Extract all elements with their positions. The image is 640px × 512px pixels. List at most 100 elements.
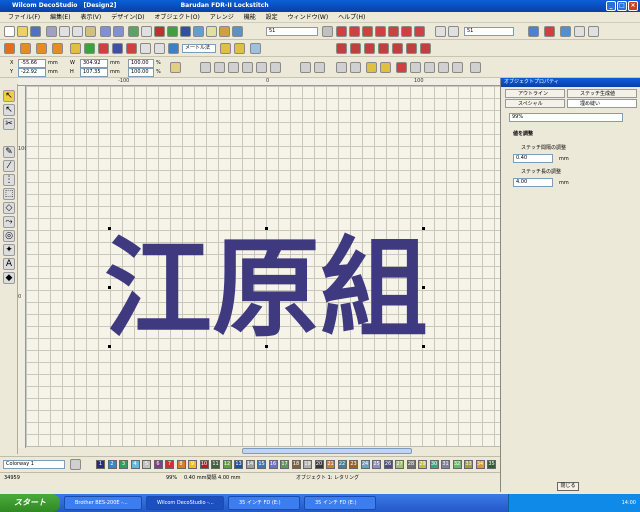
paste-icon[interactable] — [85, 26, 96, 37]
monogram-tool-icon[interactable]: ◆ — [3, 272, 15, 284]
shape-icon[interactable] — [70, 43, 81, 54]
color-swatch[interactable]: 2 — [107, 460, 117, 469]
pattern5-icon[interactable] — [392, 43, 403, 54]
task-fd1[interactable]: 35 インチ FD (E:) — [228, 496, 300, 510]
layer-icon[interactable] — [588, 26, 599, 37]
measure-icon[interactable] — [206, 26, 217, 37]
menu-window[interactable]: ウィンドウ(W) — [288, 14, 329, 21]
cut-icon[interactable] — [59, 26, 70, 37]
satin-leaf-icon[interactable] — [4, 43, 15, 54]
menu-function[interactable]: 機能 — [244, 14, 256, 21]
tab-outline[interactable]: アウトライン — [505, 89, 565, 98]
unlock-obj-icon[interactable] — [380, 62, 391, 73]
menu-view[interactable]: 表示(V) — [80, 14, 101, 21]
color-swatch[interactable]: 16 — [268, 460, 278, 469]
arrange-icon[interactable] — [452, 62, 463, 73]
applique-icon[interactable] — [414, 26, 425, 37]
selection-handle[interactable] — [265, 345, 268, 348]
ungroup-icon[interactable] — [314, 62, 325, 73]
design-canvas[interactable]: 江原組 — [26, 86, 500, 446]
lock-icon[interactable] — [219, 26, 230, 37]
zoom-box-icon[interactable] — [448, 26, 459, 37]
x-field[interactable]: -55.66 — [18, 59, 46, 68]
undo-icon[interactable] — [100, 26, 111, 37]
color-swatch[interactable]: 13 — [234, 460, 243, 469]
color-swatch[interactable]: 11 — [211, 460, 220, 469]
start-button[interactable]: スタート — [0, 494, 60, 512]
new-icon[interactable] — [4, 26, 15, 37]
scale-field[interactable]: 51 — [464, 27, 514, 36]
color-swatch[interactable]: 29 — [418, 460, 427, 469]
task-brother[interactable]: Brother BES-200E -... — [64, 496, 142, 510]
menu-object[interactable]: オブジェクト(O) — [154, 14, 199, 21]
color-swatch[interactable]: 28 — [406, 460, 416, 469]
length-input[interactable]: 4.00 — [513, 178, 553, 187]
color-swatch[interactable]: 27 — [395, 460, 404, 469]
selection-handle[interactable] — [108, 227, 111, 230]
leaf2-icon[interactable] — [36, 43, 47, 54]
path-icon[interactable]: ⤳ — [3, 216, 15, 228]
align-top-icon[interactable] — [242, 62, 253, 73]
horizontal-scrollbar[interactable] — [26, 446, 500, 454]
maximize-button[interactable]: □ — [617, 1, 627, 11]
zigzag-icon[interactable] — [336, 26, 347, 37]
options-icon[interactable] — [322, 26, 333, 37]
color-swatch[interactable]: 12 — [222, 460, 232, 469]
leaf-icon[interactable] — [20, 43, 31, 54]
color-swatch[interactable]: 17 — [280, 460, 289, 469]
frame-icon[interactable] — [140, 43, 151, 54]
thread-icon[interactable] — [180, 26, 191, 37]
width-field[interactable]: 304.92 — [80, 59, 108, 68]
y-field[interactable]: -22.92 — [18, 68, 46, 77]
lock-ratio-icon[interactable] — [170, 62, 181, 73]
tool-icon[interactable] — [574, 26, 585, 37]
tatami-icon[interactable] — [362, 26, 373, 37]
hide-icon[interactable] — [396, 62, 407, 73]
heart-icon[interactable] — [98, 43, 109, 54]
grid-icon[interactable] — [141, 26, 152, 37]
color-swatch[interactable]: 25 — [372, 460, 381, 469]
close-button[interactable]: × — [628, 1, 638, 11]
tshirt-icon[interactable] — [126, 43, 137, 54]
dress-icon[interactable] — [112, 43, 123, 54]
reshape-icon[interactable] — [350, 62, 361, 73]
play-icon[interactable] — [167, 26, 178, 37]
color-swatch[interactable]: 4 — [130, 460, 140, 469]
height-field[interactable]: 107.35 — [80, 68, 108, 77]
record-icon[interactable] — [544, 26, 555, 37]
color-swatch[interactable]: 22 — [337, 460, 347, 469]
align-bottom-icon[interactable] — [270, 62, 281, 73]
scale-y-field[interactable]: 100.00 — [128, 68, 154, 77]
color-swatch[interactable]: 31 — [441, 460, 450, 469]
color-swatch[interactable]: 5 — [142, 460, 151, 469]
save-icon[interactable] — [30, 26, 41, 37]
mirror-h-icon[interactable] — [424, 62, 435, 73]
pattern2-icon[interactable] — [350, 43, 361, 54]
select-arrow-icon[interactable]: ↖ — [3, 90, 15, 102]
brush-icon[interactable]: ⁄ — [3, 160, 15, 172]
task-fd2[interactable]: 35 インチ FD (E:) — [304, 496, 376, 510]
lock-obj-icon[interactable] — [366, 62, 377, 73]
text-a-icon[interactable]: A — [3, 258, 15, 270]
fill-type-select[interactable]: 99% — [509, 113, 623, 122]
menu-settings[interactable]: 設定 — [266, 14, 278, 21]
unit-combo[interactable]: メートル法 — [182, 44, 216, 53]
menu-design[interactable]: デザイン(D) — [111, 14, 144, 21]
color-swatch[interactable]: 34 — [475, 460, 485, 469]
selection-handle[interactable] — [108, 345, 111, 348]
monogram-icon[interactable] — [168, 43, 179, 54]
copy-icon[interactable] — [72, 26, 83, 37]
color-swatch[interactable]: 15 — [257, 460, 266, 469]
embroidery-lettering[interactable]: 江原組 — [104, 227, 428, 352]
select-node-icon[interactable] — [336, 62, 347, 73]
satin-icon[interactable] — [349, 26, 360, 37]
color-swatch[interactable]: 32 — [452, 460, 462, 469]
palette-icon[interactable] — [70, 459, 81, 470]
color-swatch[interactable]: 3 — [119, 460, 128, 469]
tab-special[interactable]: スペシャル — [505, 99, 565, 108]
help-icon[interactable] — [232, 26, 243, 37]
color-swatch[interactable]: 21 — [326, 460, 335, 469]
scale-x-field[interactable]: 100.00 — [128, 59, 154, 68]
menu-help[interactable]: ヘルプ(H) — [338, 14, 365, 21]
menu-edit[interactable]: 編集(E) — [50, 14, 70, 21]
